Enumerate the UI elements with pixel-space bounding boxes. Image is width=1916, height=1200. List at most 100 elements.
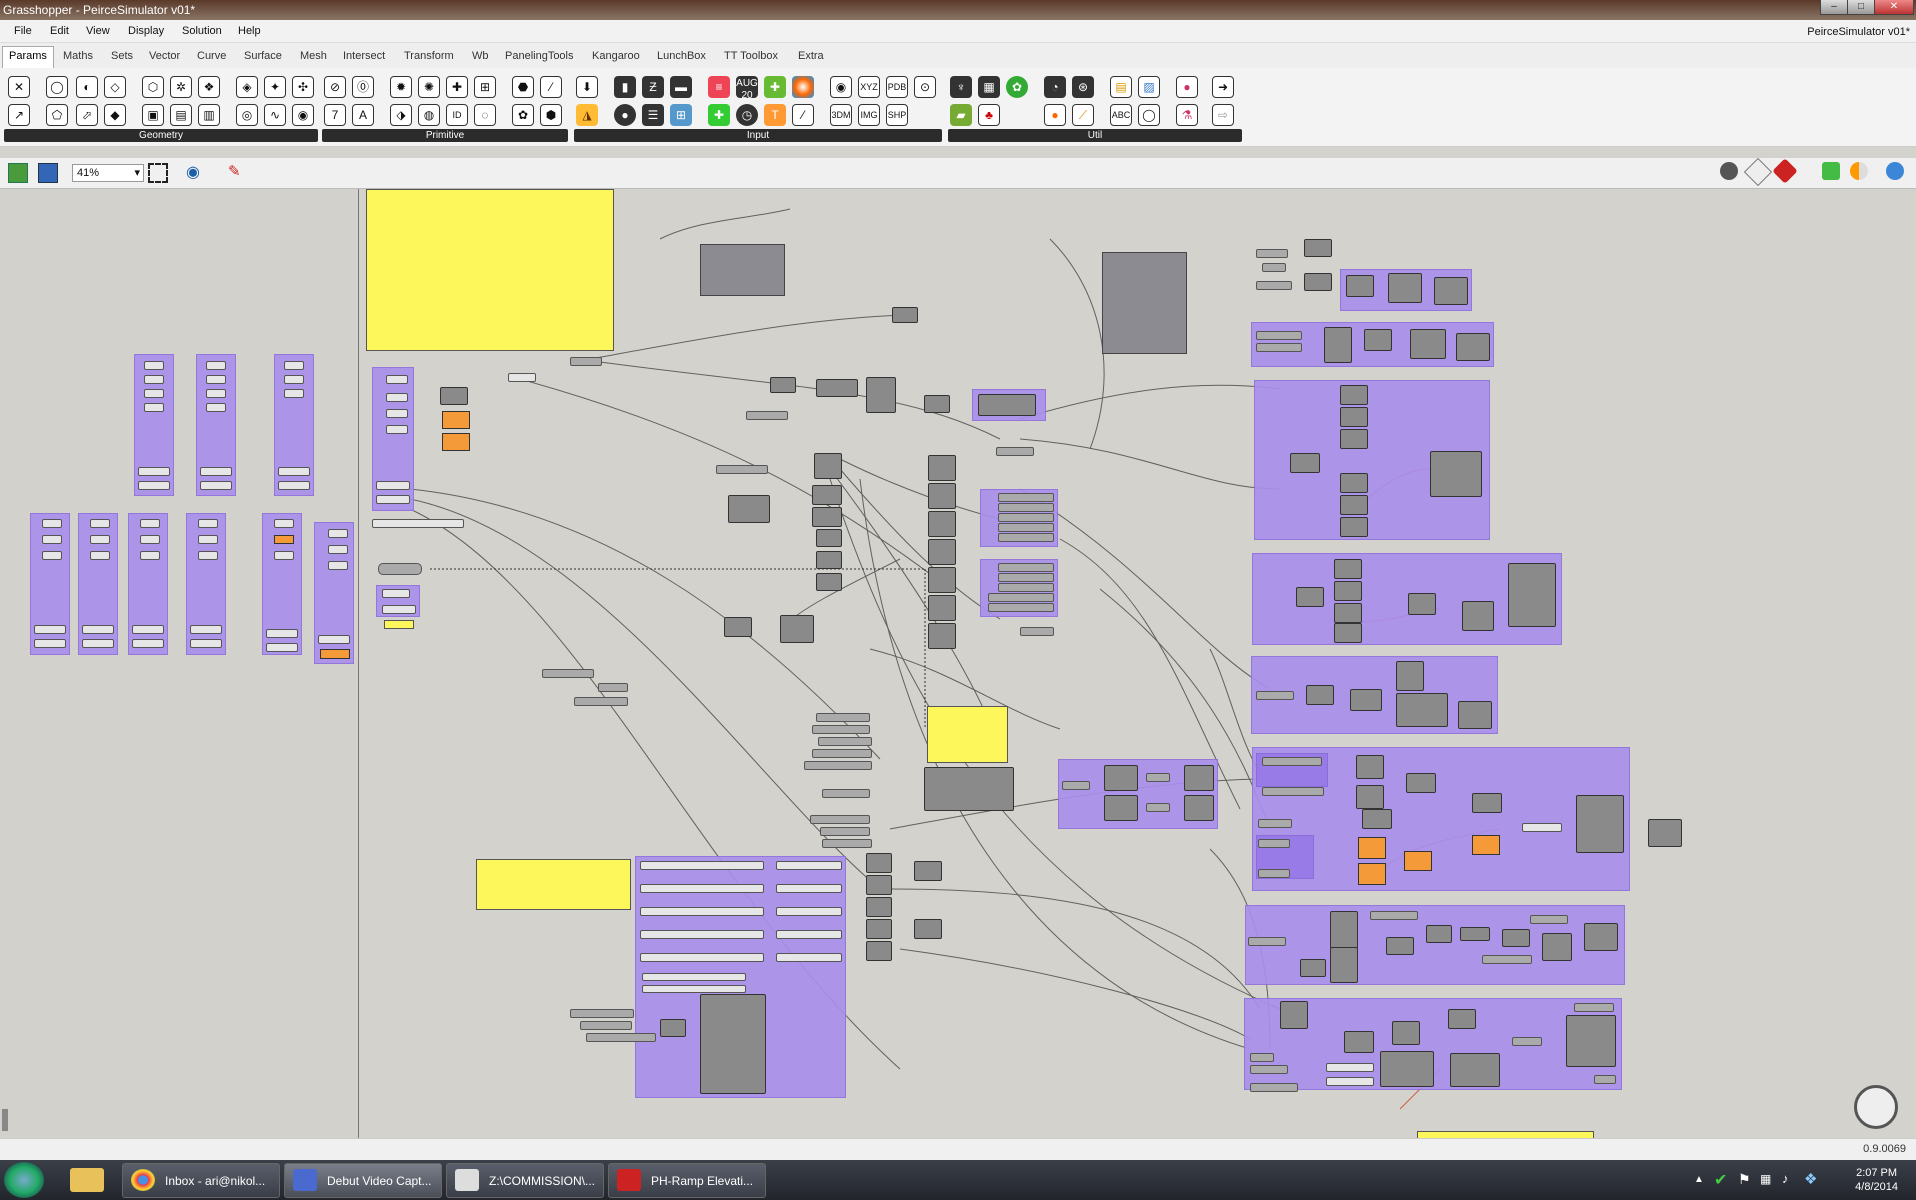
component[interactable]: [1344, 1031, 1374, 1053]
component[interactable]: [1330, 947, 1358, 983]
relay[interactable]: [1326, 1063, 1374, 1072]
plane-param-icon[interactable]: ⬀: [76, 104, 98, 126]
slider[interactable]: [198, 551, 218, 560]
component[interactable]: [1392, 1021, 1420, 1045]
shp-import-icon[interactable]: SHP: [886, 104, 908, 126]
component[interactable]: [816, 551, 842, 569]
component[interactable]: [1340, 495, 1368, 515]
slider[interactable]: [776, 930, 842, 939]
shader-param-icon[interactable]: ⬣: [512, 76, 534, 98]
component[interactable]: [1388, 273, 1422, 303]
component[interactable]: [1290, 453, 1320, 473]
relay[interactable]: [1262, 263, 1286, 272]
component[interactable]: [1340, 429, 1368, 449]
tab-maths[interactable]: Maths: [63, 50, 93, 62]
slider[interactable]: [82, 625, 114, 634]
component[interactable]: [812, 485, 842, 505]
slider[interactable]: [138, 467, 170, 476]
component[interactable]: [700, 994, 766, 1094]
slider[interactable]: [90, 535, 110, 544]
text-panel[interactable]: [1102, 252, 1187, 354]
slider[interactable]: [144, 389, 164, 398]
component[interactable]: [928, 483, 956, 509]
component[interactable]: [816, 573, 842, 591]
component[interactable]: [1430, 451, 1482, 497]
component[interactable]: [816, 379, 858, 397]
tab-mesh[interactable]: Mesh: [300, 50, 327, 62]
relay[interactable]: [716, 465, 768, 474]
component[interactable]: [1362, 809, 1392, 829]
component[interactable]: [924, 767, 1014, 811]
slider[interactable]: [42, 519, 62, 528]
slider[interactable]: [140, 535, 160, 544]
mesh-param-icon[interactable]: ✲: [170, 76, 192, 98]
maximize-button[interactable]: □: [1847, 0, 1875, 15]
component[interactable]: [1386, 937, 1414, 955]
knob-icon[interactable]: ●: [614, 104, 636, 126]
toggle-icon[interactable]: T: [764, 104, 786, 126]
component[interactable]: [1408, 593, 1436, 615]
slider[interactable]: [776, 953, 842, 962]
twisted-box-icon[interactable]: ▥: [198, 104, 220, 126]
relay[interactable]: [1256, 343, 1302, 352]
zoom-level-select[interactable]: 41% ▾: [72, 164, 144, 182]
note-panel[interactable]: [384, 620, 414, 629]
component[interactable]: [928, 623, 956, 649]
text-tag-icon[interactable]: ABC: [1110, 104, 1132, 126]
slider[interactable]: [82, 639, 114, 648]
slider[interactable]: [140, 551, 160, 560]
mesh-face-icon[interactable]: ◎: [236, 104, 258, 126]
slider[interactable]: [328, 545, 348, 554]
component[interactable]: [1458, 701, 1492, 729]
slider[interactable]: [376, 481, 410, 490]
slider[interactable]: [284, 375, 304, 384]
relay[interactable]: [1326, 1077, 1374, 1086]
tab-panelingtools[interactable]: PanelingTools: [505, 50, 574, 62]
navigation-compass-icon[interactable]: [1854, 1085, 1898, 1129]
slider[interactable]: [206, 361, 226, 370]
sketch-pen-icon[interactable]: ✎: [228, 162, 241, 180]
tab-kangaroo[interactable]: Kangaroo: [592, 50, 640, 62]
start-button-icon[interactable]: [4, 1162, 44, 1198]
preview-wire-icon[interactable]: [1743, 157, 1773, 187]
tab-surface[interactable]: Surface: [244, 50, 282, 62]
tab-sets[interactable]: Sets: [111, 50, 133, 62]
component[interactable]: [1324, 327, 1352, 363]
circle-param-icon[interactable]: ◯: [46, 76, 68, 98]
component[interactable]: [1396, 693, 1448, 727]
guid-param-icon[interactable]: ID: [446, 104, 468, 126]
relay[interactable]: [996, 447, 1034, 456]
tray-expand-icon[interactable]: ▲: [1694, 1174, 1704, 1185]
slider[interactable]: [200, 481, 232, 490]
relay[interactable]: [1256, 249, 1288, 258]
output-param[interactable]: [998, 503, 1054, 512]
slider[interactable]: [42, 535, 62, 544]
value-list-icon[interactable]: ☰: [642, 104, 664, 126]
surface-param-icon[interactable]: ◇: [104, 76, 126, 98]
slider[interactable]: [640, 861, 764, 870]
relay[interactable]: [1530, 915, 1568, 924]
toggle-param[interactable]: [274, 535, 294, 544]
relay[interactable]: [812, 725, 870, 734]
calendar-icon[interactable]: AUG 20: [736, 76, 758, 101]
component[interactable]: [1104, 795, 1138, 821]
time-param-icon[interactable]: ⬗: [390, 104, 412, 126]
component[interactable]: [914, 919, 942, 939]
tab-transform[interactable]: Transform: [404, 50, 454, 62]
pipeline-param-icon[interactable]: ✣: [292, 76, 314, 98]
relay[interactable]: [1146, 773, 1170, 782]
shape-param-icon[interactable]: ◉: [292, 104, 314, 126]
relay[interactable]: [1146, 803, 1170, 812]
pdb-icon[interactable]: PDB: [886, 76, 908, 98]
output-param[interactable]: [998, 583, 1054, 592]
graph-mapper-icon[interactable]: ◮: [576, 104, 598, 126]
component[interactable]: [1334, 603, 1362, 623]
component[interactable]: [1426, 925, 1452, 943]
slider[interactable]: [328, 529, 348, 538]
relay[interactable]: [810, 815, 870, 824]
canvas-scroll-handle[interactable]: [2, 1109, 8, 1131]
line-param-icon[interactable]: ◆: [104, 104, 126, 126]
output-param[interactable]: [998, 513, 1054, 522]
component[interactable]: [892, 307, 918, 323]
panel-icon[interactable]: ▬: [670, 76, 692, 98]
